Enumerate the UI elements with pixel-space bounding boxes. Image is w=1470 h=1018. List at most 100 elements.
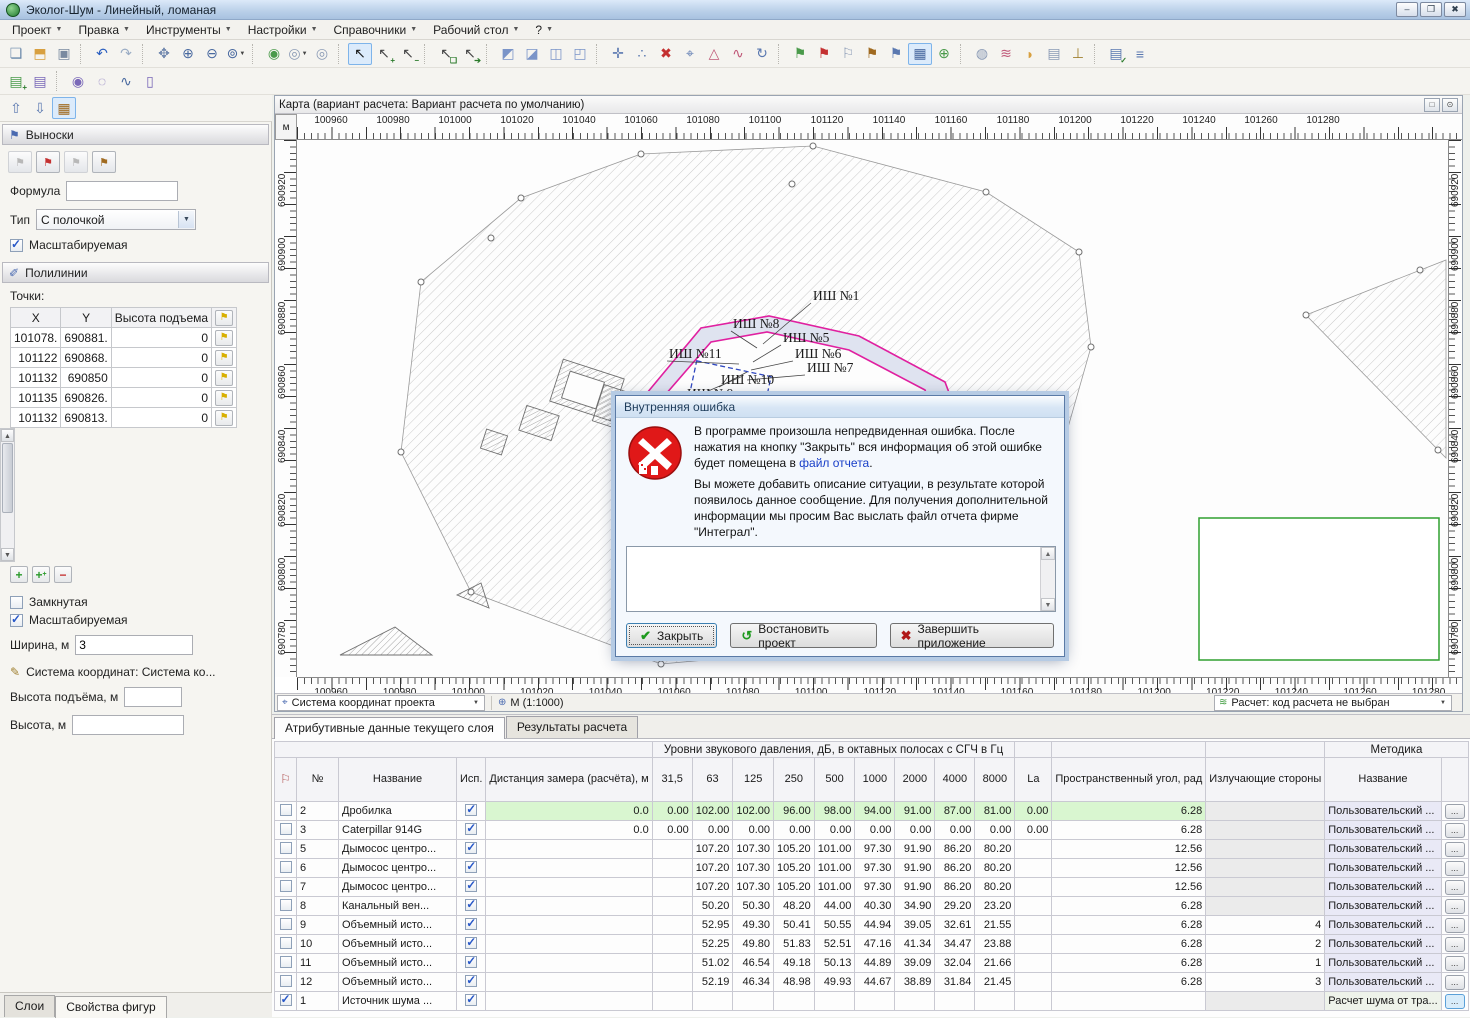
used-checkbox[interactable] [465,975,477,987]
callout-gray-icon[interactable]: ⚑ [64,151,88,173]
layers-icon[interactable]: ▤ [28,70,52,92]
restore-button[interactable]: ❐ [1420,2,1442,17]
close-button[interactable]: ✖ [1444,2,1466,17]
point-row[interactable]: 101132690813.0⚑ [11,408,237,428]
method-ellipsis-button[interactable]: ... [1445,937,1465,952]
table-row[interactable]: 8Канальный вен...50.2050.3048.2044.0040.… [275,897,1469,916]
scales-icon[interactable]: ⊥ [1066,43,1090,65]
pick-on-map-button[interactable]: ⚑ [215,370,233,386]
table-row[interactable]: 7Дымосос центро...107.20107.30105.20101.… [275,878,1469,897]
delete-icon[interactable]: ✖ [654,43,678,65]
used-checkbox[interactable] [465,842,477,854]
ruler-units-button[interactable]: м [275,114,297,140]
route-icon[interactable]: ≋ [994,43,1018,65]
measure-grid-icon[interactable]: ▦ [908,43,932,65]
select-region-icon[interactable]: ⌖ [678,43,702,65]
coord-system-select[interactable]: ⌖ Система координат проекта ▼ [277,695,485,711]
pick-on-map-button[interactable]: ⚑ [215,390,233,406]
add-point-button[interactable]: + [10,566,28,583]
error-comment-textarea[interactable]: ▲▼ [626,546,1056,612]
menu-Справочники[interactable]: Справочники▼ [326,21,426,39]
row-select-checkbox[interactable] [280,937,292,949]
callout-edit-icon[interactable]: ⚐ [836,43,860,65]
row-select-checkbox[interactable] [280,899,292,911]
callout-red-icon[interactable]: ⚑ [36,151,60,173]
panel-tab-Свойства фигур[interactable]: Свойства фигур [55,996,167,1018]
zoom-out-icon[interactable]: ⊖ [200,43,224,65]
pick-on-map-button[interactable]: ⚑ [215,410,233,426]
bring-front-icon[interactable]: ◩ [496,43,520,65]
open-project-icon[interactable]: ⬒ [28,43,52,65]
ungroup-icon[interactable]: ◰ [568,43,592,65]
bottom-tab-results[interactable]: Результаты расчета [506,716,638,738]
restore-project-button[interactable]: ↺ Востановить проект [730,623,876,648]
calc-icon[interactable]: ≡ [1128,43,1152,65]
method-ellipsis-button[interactable]: ... [1445,842,1465,857]
method-ellipsis-button[interactable]: ... [1445,861,1465,876]
points-scrollbar[interactable]: ▲▼ [0,428,15,562]
callout-auto-icon[interactable]: ⚑ [8,151,32,173]
calc-doc-icon[interactable]: ▤✓ [1104,43,1128,65]
point-row[interactable]: 101078.690881.0⚑ [11,328,237,348]
row-select-checkbox[interactable] [280,861,292,873]
row-select-checkbox[interactable] [280,823,292,835]
move-nodes-icon[interactable]: ✛ [606,43,630,65]
tools-icon[interactable]: ◍ [970,43,994,65]
pick-on-map-button[interactable]: ⚑ [215,330,233,346]
pan-icon[interactable]: ✥ [152,43,176,65]
panel-bottom-icon[interactable]: ⇩ [28,97,52,119]
row-select-checkbox[interactable] [280,975,292,987]
table-row[interactable]: 2Дробилка0.00.00102.00102.0096.0098.0094… [275,802,1469,821]
callout-remove-icon[interactable]: ⚑ [812,43,836,65]
callout-add-icon[interactable]: ⚑ [788,43,812,65]
menu-Проект[interactable]: Проект▼ [4,21,70,39]
table-row[interactable]: 3Caterpillar 914G0.00.000.000.000.000.00… [275,821,1469,840]
formula-input[interactable] [66,181,178,201]
lift-height-input[interactable] [124,687,182,707]
zoom-mode-icon[interactable]: ⊚▼ [224,43,248,65]
callout-brown-icon[interactable]: ⚑ [92,151,116,173]
polyline-scalable-checkbox[interactable] [10,614,23,627]
panel-props-icon[interactable]: ▦ [52,97,76,119]
used-checkbox[interactable] [465,823,477,835]
polygon-icon[interactable]: △ [702,43,726,65]
add-layer-icon[interactable]: ▤+ [4,70,28,92]
row-select-checkbox[interactable] [280,842,292,854]
menu-?[interactable]: ?▼ [527,21,561,39]
used-checkbox[interactable] [465,899,477,911]
table-row[interactable]: 9Объемный исто...52.9549.3050.4150.5544.… [275,916,1469,935]
method-ellipsis-button[interactable]: ... [1445,823,1465,838]
building-source-icon[interactable]: ▯ [138,70,162,92]
pick-on-map-button[interactable]: ⚑ [215,350,233,366]
callout-scalable-checkbox[interactable] [10,239,23,252]
method-ellipsis-button[interactable]: ... [1445,899,1465,914]
used-checkbox[interactable] [465,994,477,1006]
panel-top-icon[interactable]: ⇧ [4,97,28,119]
row-select-checkbox[interactable] [280,804,292,816]
report-icon[interactable]: ▤ [1042,43,1066,65]
minimize-button[interactable]: – [1396,2,1418,17]
menu-Правка[interactable]: Правка▼ [70,21,137,39]
point-row[interactable]: 101135690826.0⚑ [11,388,237,408]
row-select-checkbox[interactable] [280,956,292,968]
table-row[interactable]: 1Источник шума ...Расчет шума от тра....… [275,992,1469,1011]
method-ellipsis-button[interactable]: ... [1445,956,1465,971]
callout-type-select[interactable]: С полочкой ▼ [36,209,196,230]
close-error-button[interactable]: ✔ Закрыть [626,623,717,648]
height-input[interactable] [72,715,184,735]
menu-Инструменты[interactable]: Инструменты▼ [138,21,240,39]
calc-select[interactable]: ≋ Расчет: код расчета не выбран ▼ [1214,695,1452,711]
select-cursor-icon[interactable]: ↖ [348,43,372,65]
callout-all-icon[interactable]: ⚑ [884,43,908,65]
table-row[interactable]: 10Объемный исто...52.2549.8051.8352.5147… [275,935,1469,954]
point-row[interactable]: 1011326908500⚑ [11,368,237,388]
used-checkbox[interactable] [465,918,477,930]
coord-system-label[interactable]: Система координат: Система ко... [26,665,215,679]
width-input[interactable] [75,635,193,655]
point-row[interactable]: 101122690868.0⚑ [11,348,237,368]
undo-icon[interactable]: ↶ [90,43,114,65]
polyline-icon[interactable]: ∿ [726,43,750,65]
closed-checkbox[interactable] [10,596,23,609]
new-project-icon[interactable]: ❏ [4,43,28,65]
helmet-icon[interactable]: ◗ [1018,43,1042,65]
